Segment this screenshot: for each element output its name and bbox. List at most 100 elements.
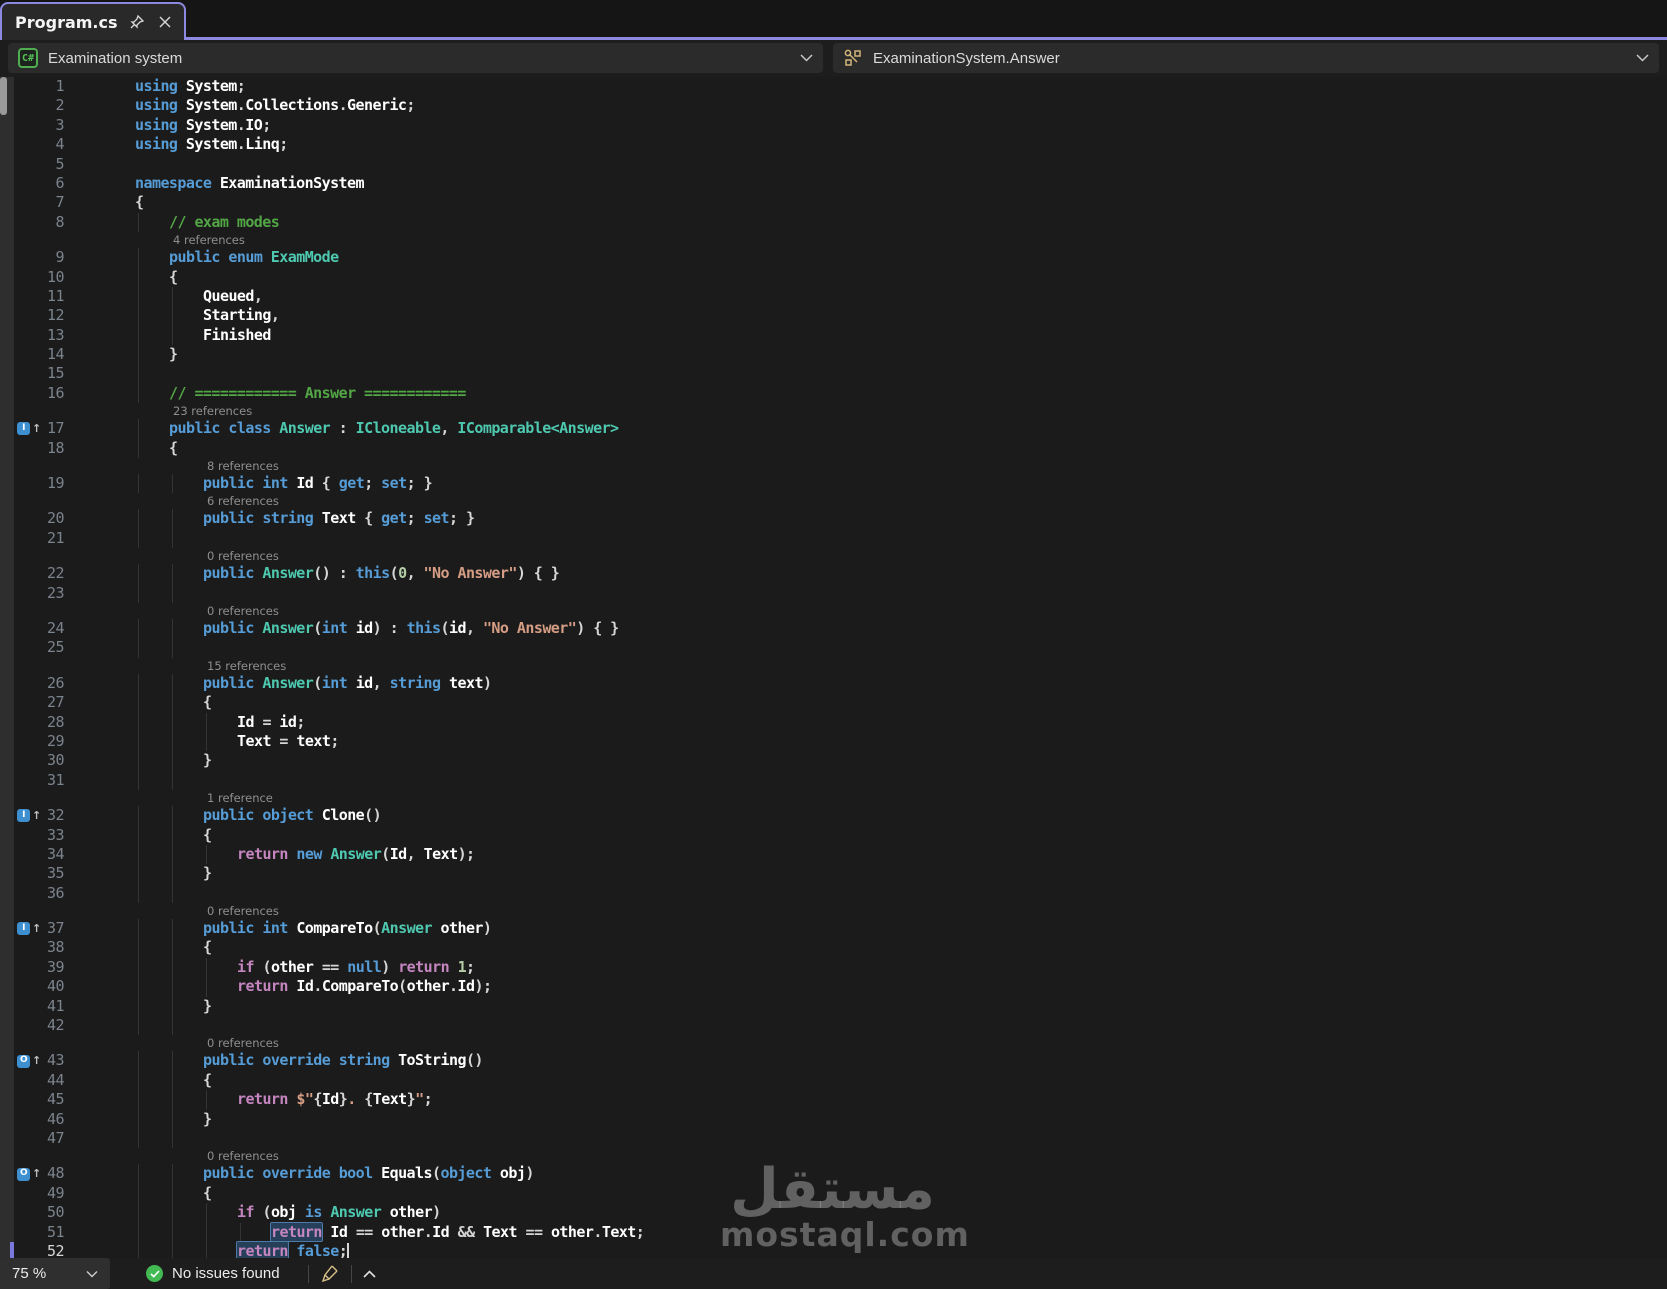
line-number[interactable]: 52 [44,1242,65,1258]
codelens-references[interactable]: 15 references [14,658,1667,674]
code-line[interactable]: 35} [14,864,1667,884]
code-line[interactable]: 34 return new Answer(Id, Text); [14,844,1667,865]
code-line[interactable]: 38{ [14,938,1667,958]
code-line[interactable]: I ↑ 37 public int CompareTo(Answer other) [14,919,1667,939]
code-line[interactable]: 49{ [14,1183,1667,1204]
line-number[interactable]: 2 [44,96,65,115]
codelens-references[interactable]: 6 references [14,493,1667,509]
code-line[interactable]: 30} [14,751,1667,771]
line-number[interactable]: 30 [44,751,65,770]
line-number[interactable]: 36 [44,884,65,903]
line-number[interactable]: 10 [44,268,65,287]
close-icon[interactable] [156,12,174,32]
codelens-references[interactable]: 8 references [14,458,1667,474]
line-number[interactable]: 11 [44,287,65,306]
chevron-down-icon[interactable] [1636,54,1649,62]
inheritance-margin-icon[interactable]: I ↑ [14,919,44,938]
line-number[interactable]: 28 [44,713,65,732]
codelens-references[interactable]: 23 references [14,403,1667,419]
line-number[interactable]: 3 [44,116,65,135]
code-line[interactable]: 52 return false; [10,1240,1667,1258]
chevron-up-icon[interactable] [360,1264,380,1284]
code-line[interactable]: 46} [14,1109,1667,1129]
line-number[interactable]: 34 [44,845,65,864]
issues-status[interactable]: No issues found [146,1265,280,1282]
inheritance-margin-icon[interactable]: I ↑ [14,806,44,825]
line-number[interactable]: 8 [44,213,65,232]
line-number[interactable]: 9 [44,248,65,267]
code-line[interactable]: 42 [14,1016,1667,1036]
line-number[interactable]: 7 [44,193,65,212]
codelens-references[interactable]: 0 references [14,1035,1667,1051]
codelens-references[interactable]: 0 references [14,903,1667,919]
line-number[interactable]: 49 [44,1184,65,1203]
line-number[interactable]: 35 [44,864,65,883]
code-line[interactable]: 39 if (other == null) return 1; [14,957,1667,978]
code-line[interactable]: 4 using System.Linq; [14,135,1667,154]
code-line[interactable]: 47 [14,1128,1667,1149]
line-number[interactable]: 41 [44,997,65,1016]
inheritance-margin-icon[interactable]: O ↑ [14,1164,44,1183]
codelens-references[interactable]: 4 references [14,232,1667,248]
line-number[interactable]: 38 [44,938,65,957]
line-number[interactable]: 25 [44,638,65,657]
code-line[interactable]: 9 public enum ExamMode [14,248,1667,268]
symbol-dropdown[interactable]: ExaminationSystem.Answer [833,43,1659,73]
line-number[interactable]: 24 [44,619,65,638]
code-line[interactable]: O ↑ 48 public override bool Equals(object o… [14,1164,1667,1184]
project-dropdown[interactable]: C# Examination system [8,43,823,73]
code-line[interactable]: 21 [14,528,1667,549]
code-editor[interactable]: 1 using System; 2 using System.Collections.… [0,77,1667,1258]
line-number[interactable]: 21 [44,529,65,548]
code-line[interactable]: 27{ [14,693,1667,713]
code-line[interactable]: 23 [14,583,1667,603]
inheritance-margin-icon[interactable]: O ↑ [14,1051,44,1070]
codelens-references[interactable]: 1 reference [14,790,1667,806]
line-number[interactable]: 48 [44,1164,65,1183]
chevron-down-icon[interactable] [86,1270,98,1278]
code-line[interactable]: 1 using System; [14,77,1667,96]
code-line[interactable]: 6 namespace ExaminationSystem [14,174,1667,193]
code-line[interactable]: 2 using System.Collections.Generic; [14,96,1667,115]
zoom-dropdown[interactable]: 75 % [0,1258,110,1289]
line-number[interactable]: 51 [44,1223,65,1242]
tab-program-cs[interactable]: Program.cs [0,2,186,40]
line-number[interactable]: 40 [44,977,65,996]
code-line[interactable]: 18{ [14,438,1667,459]
code-cleanup-broom-icon[interactable] [317,1261,343,1287]
line-number[interactable]: 5 [44,155,65,174]
line-number[interactable]: 12 [44,306,65,325]
code-line[interactable]: 26 public Answer(int id, string text) [14,673,1667,694]
code-line[interactable]: 41} [14,996,1667,1017]
scrollbar-thumb[interactable] [0,77,7,115]
codelens-references[interactable]: 0 references [14,1148,1667,1164]
code-line[interactable]: 22 public Answer() : this(0, "No Answer")… [14,564,1667,584]
line-number[interactable]: 33 [44,826,65,845]
line-number[interactable]: 4 [44,135,65,154]
code-line[interactable]: 36 [14,883,1667,904]
code-line[interactable]: 51 return Id == other.Id && Text == other… [14,1221,1667,1242]
line-number[interactable]: 13 [44,326,65,345]
line-number[interactable]: 47 [44,1129,65,1148]
chevron-down-icon[interactable] [800,54,813,62]
codelens-references[interactable]: 0 references [14,548,1667,564]
code-line[interactable]: 14} [14,345,1667,365]
line-number[interactable]: 14 [44,345,65,364]
line-number[interactable]: 18 [44,439,65,458]
line-number[interactable]: 19 [44,474,65,493]
code-line[interactable]: 15 [14,364,1667,384]
code-line[interactable]: 28 Id = id; [14,712,1667,732]
line-number[interactable]: 20 [44,509,65,528]
line-number[interactable]: 32 [44,806,65,825]
code-line[interactable]: 31 [14,770,1667,791]
code-line[interactable]: 45 return $"{Id}. {Text}"; [14,1090,1667,1110]
code-line[interactable]: 44{ [14,1070,1667,1091]
code-line[interactable]: 25 [14,638,1667,658]
line-number[interactable]: 29 [44,732,65,751]
code-line[interactable]: 5 [14,155,1667,174]
code-line[interactable]: 50 if (obj is Answer other) [14,1203,1667,1223]
line-number[interactable]: 50 [44,1203,65,1222]
code-line[interactable]: 13 Finished [14,325,1667,346]
code-line[interactable]: 11 Queued, [14,286,1667,307]
code-line[interactable]: 10{ [14,267,1667,287]
